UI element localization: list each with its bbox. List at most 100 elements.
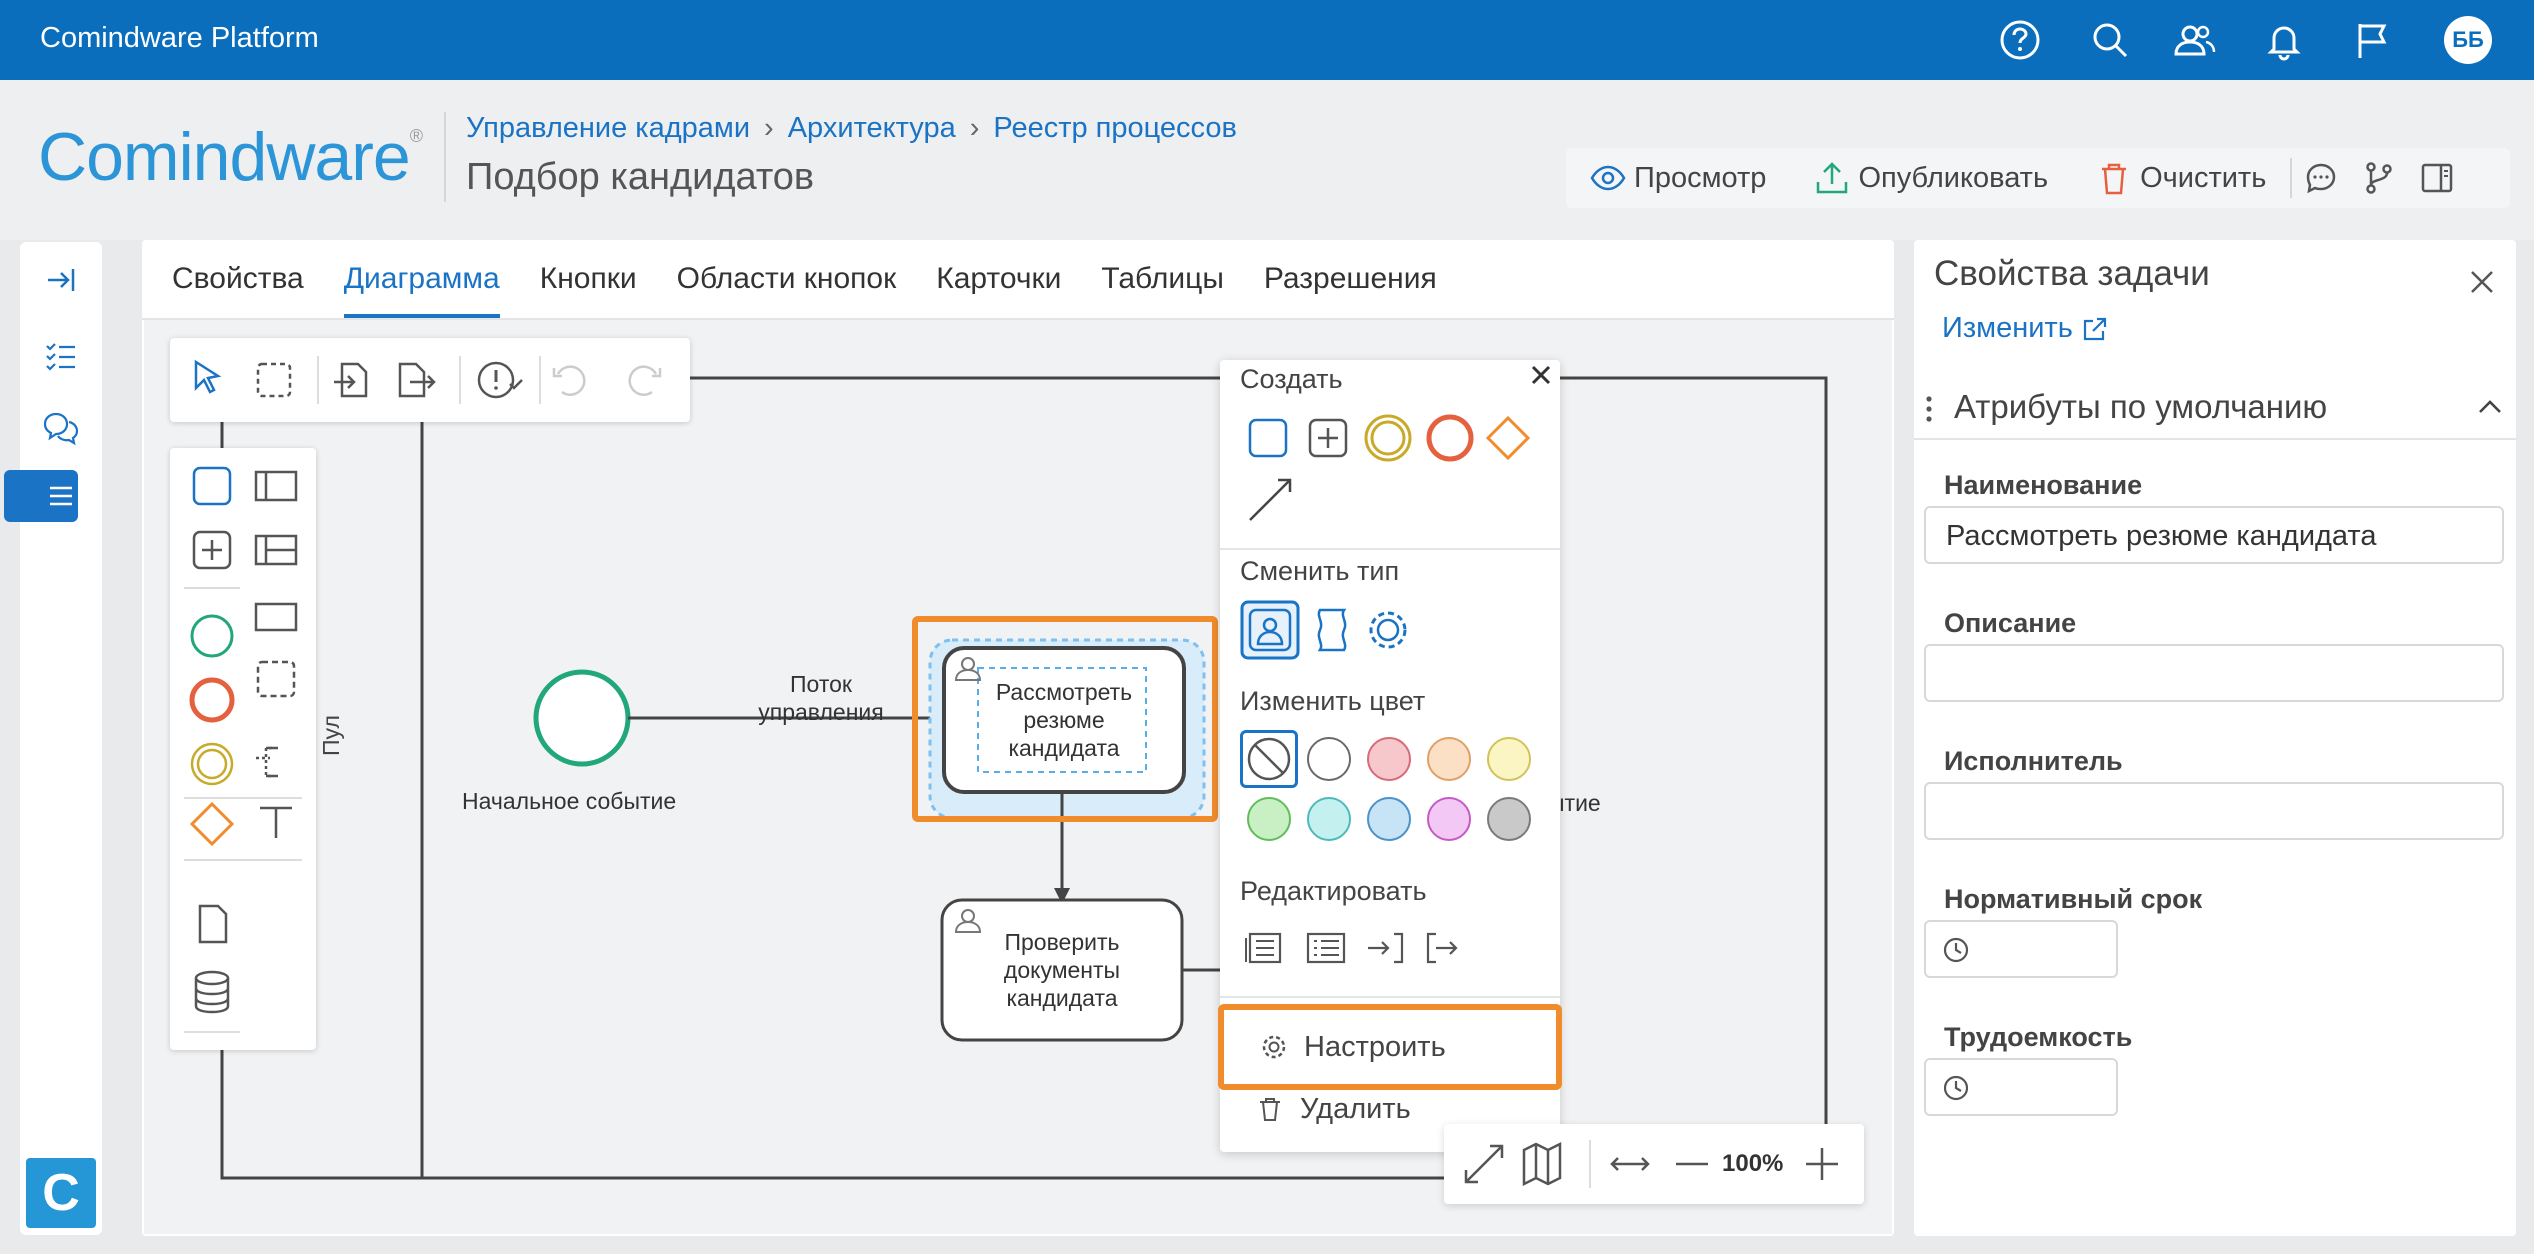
tab-cards[interactable]: Карточки — [936, 262, 1061, 318]
tab-buttons[interactable]: Кнопки — [540, 262, 637, 318]
import-icon[interactable] — [334, 362, 368, 398]
color-swatch[interactable] — [1247, 797, 1291, 841]
no-color-swatch[interactable] — [1240, 730, 1298, 788]
help-icon[interactable] — [1996, 16, 2044, 64]
color-swatch[interactable] — [1307, 797, 1351, 841]
type-icons — [1240, 600, 1407, 660]
tab-tables[interactable]: Таблицы — [1101, 262, 1224, 318]
text-icon[interactable] — [260, 806, 292, 838]
breadcrumb-item[interactable]: Архитектура — [788, 112, 956, 145]
divider — [1914, 438, 2516, 440]
color-swatch[interactable] — [1427, 737, 1471, 781]
start-event-icon[interactable] — [190, 614, 234, 658]
publish-button[interactable]: Опубликовать — [1790, 160, 2072, 196]
name-field[interactable]: Рассмотреть резюме кандидата — [1924, 506, 2504, 564]
upload-icon — [1817, 162, 1848, 194]
section-title: Атрибуты по умолчанию — [1954, 388, 2328, 425]
close-icon[interactable] — [2462, 262, 2502, 302]
output-icon[interactable] — [1426, 932, 1458, 964]
pool-icon[interactable] — [254, 470, 298, 502]
subprocess-icon[interactable] — [192, 530, 232, 570]
gateway-icon[interactable] — [1485, 415, 1531, 461]
tab-button-areas[interactable]: Области кнопок — [677, 262, 897, 318]
lasso-select-icon[interactable] — [256, 362, 292, 398]
annotation-icon[interactable] — [256, 746, 278, 778]
pointer-icon[interactable] — [194, 359, 222, 394]
list-icon[interactable] — [1306, 932, 1346, 964]
close-icon[interactable] — [1530, 364, 1552, 386]
database-icon[interactable] — [194, 970, 230, 1014]
intermediate-event-icon[interactable] — [1364, 414, 1412, 462]
end-event-icon[interactable] — [189, 677, 235, 723]
avatar[interactable]: ББ — [2444, 16, 2492, 64]
collapse-icon[interactable] — [20, 250, 102, 310]
end-event-icon[interactable] — [1426, 414, 1474, 462]
zoom-in-icon[interactable] — [1806, 1148, 1838, 1180]
branch-icon[interactable] — [2350, 160, 2408, 196]
divider — [1220, 548, 1560, 550]
left-nav — [20, 242, 102, 1235]
drag-handle-icon[interactable] — [1924, 394, 1934, 429]
deadline-field[interactable] — [1924, 920, 2118, 978]
input-icon[interactable] — [1368, 932, 1404, 964]
form-icon[interactable] — [1245, 932, 1282, 964]
user-task-icon[interactable] — [1240, 600, 1300, 660]
fullscreen-icon[interactable] — [1464, 1144, 1504, 1184]
gear-icon — [1262, 1035, 1286, 1059]
search-icon[interactable] — [2086, 16, 2134, 64]
color-swatch[interactable] — [1367, 797, 1411, 841]
task-icon[interactable] — [192, 466, 232, 506]
list-icon[interactable] — [20, 466, 102, 526]
intermediate-event-icon[interactable] — [190, 742, 234, 786]
validate-icon[interactable] — [477, 361, 523, 399]
rectangle-icon[interactable] — [254, 602, 298, 632]
panel-toggle-icon[interactable] — [2408, 160, 2466, 196]
breadcrumb-item[interactable]: Управление кадрами — [466, 112, 750, 145]
external-link-icon — [2083, 317, 2106, 340]
chat-icon[interactable] — [20, 398, 102, 458]
color-swatch[interactable] — [1427, 797, 1471, 841]
color-swatch[interactable] — [1487, 737, 1531, 781]
create-heading: Создать — [1240, 364, 1343, 394]
start-event[interactable] — [533, 669, 631, 767]
gateway-icon[interactable] — [189, 801, 235, 847]
undo-icon[interactable] — [552, 365, 586, 396]
comments-icon[interactable] — [2292, 160, 2350, 196]
chevron-up-icon[interactable] — [2478, 398, 2502, 419]
view-button[interactable]: Просмотр — [1566, 160, 1790, 196]
platform-logo[interactable]: C — [26, 1158, 96, 1228]
color-swatch[interactable] — [1367, 737, 1411, 781]
tab-properties[interactable]: Свойства — [172, 262, 304, 318]
subprocess-icon[interactable] — [1308, 418, 1348, 458]
create-icons — [1248, 414, 1531, 521]
clear-button[interactable]: Очистить — [2072, 160, 2290, 196]
document-icon[interactable] — [198, 904, 228, 944]
users-icon[interactable] — [2170, 16, 2218, 64]
redo-icon[interactable] — [628, 365, 662, 396]
export-icon[interactable] — [398, 362, 436, 398]
description-field[interactable] — [1924, 644, 2504, 702]
tab-permissions[interactable]: Разрешения — [1264, 262, 1437, 318]
bell-icon[interactable] — [2260, 16, 2308, 64]
panel-title: Свойства задачи — [1934, 254, 2210, 293]
effort-field[interactable] — [1924, 1058, 2118, 1116]
effort-label: Трудоемкость — [1944, 1022, 2133, 1052]
tab-diagram[interactable]: Диаграмма — [343, 262, 500, 318]
group-icon[interactable] — [256, 660, 296, 698]
task-icon[interactable] — [1248, 418, 1288, 458]
palette-icons — [184, 466, 302, 1033]
fit-width-icon[interactable] — [1610, 1157, 1650, 1171]
breadcrumb-item[interactable]: Реестр процессов — [993, 112, 1237, 145]
service-task-icon[interactable] — [1369, 611, 1407, 649]
color-swatch[interactable] — [1307, 737, 1351, 781]
assignee-field[interactable] — [1924, 782, 2504, 840]
script-task-icon[interactable] — [1317, 608, 1347, 652]
lanes-icon[interactable] — [254, 534, 298, 566]
connection-arrow-icon[interactable] — [1249, 478, 1292, 521]
map-icon[interactable] — [1522, 1141, 1562, 1187]
checklist-icon[interactable] — [20, 326, 102, 386]
flag-icon[interactable] — [2348, 16, 2396, 64]
assignee-label: Исполнитель — [1944, 746, 2123, 776]
color-swatch[interactable] — [1487, 797, 1531, 841]
edit-link[interactable]: Изменить — [1942, 312, 2109, 345]
